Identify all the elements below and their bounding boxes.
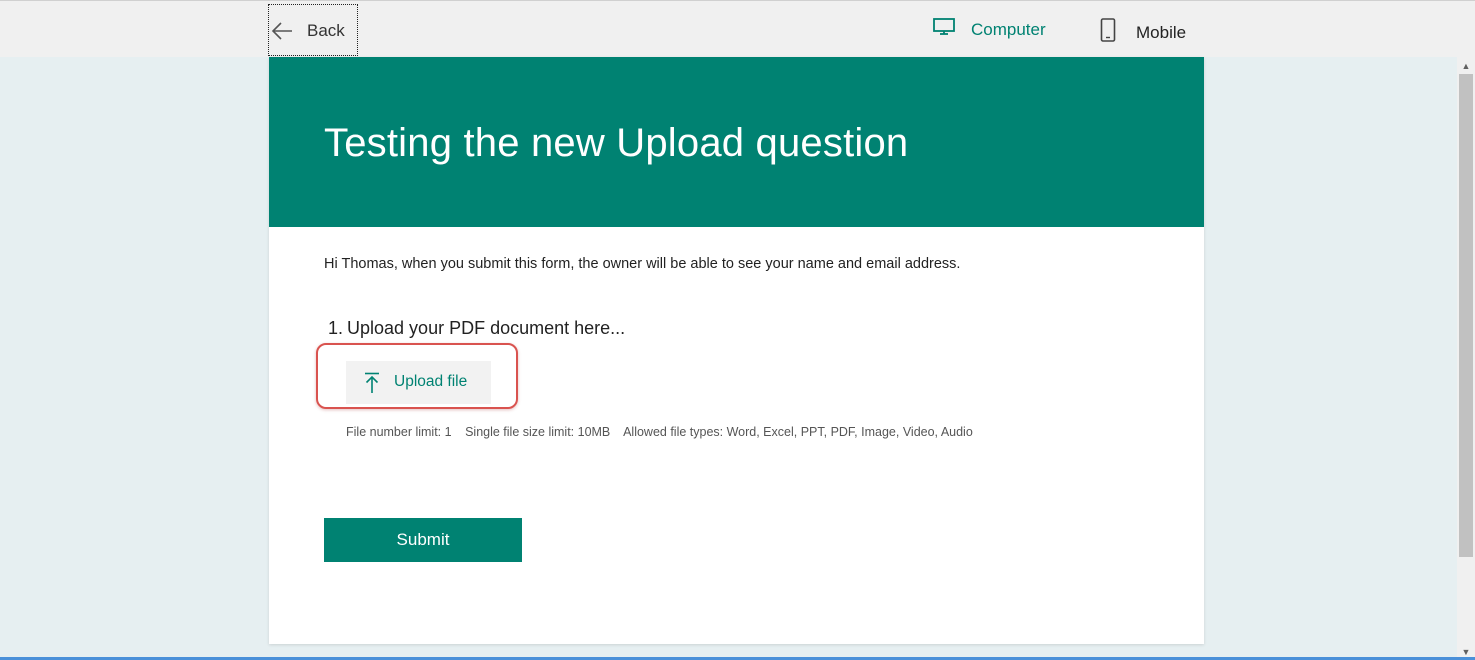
back-label: Back [307, 21, 345, 40]
file-size-limit: Single file size limit: 10MB [465, 425, 611, 439]
mobile-view-label: Mobile [1136, 22, 1187, 42]
scroll-up-icon[interactable]: ▲ [1457, 57, 1475, 74]
form-header-banner: Testing the new Upload question [269, 57, 1204, 227]
identity-notice: Hi Thomas, when you submit this form, th… [324, 256, 961, 272]
upload-file-label: Upload file [394, 373, 468, 390]
allowed-file-types: Allowed file types: Word, Excel, PPT, PD… [623, 425, 973, 439]
arrow-left-icon [271, 21, 293, 41]
file-number-limit: File number limit: 1 [346, 425, 452, 439]
submit-button[interactable]: Submit [324, 518, 522, 562]
question-title: 1. Upload your PDF document here... [328, 318, 625, 339]
vertical-scrollbar[interactable]: ▲ ▼ [1457, 57, 1475, 660]
preview-toolbar: Back Computer Mobile [0, 0, 1475, 57]
back-button[interactable]: Back [268, 4, 358, 56]
scrollbar-thumb[interactable] [1459, 74, 1473, 557]
upload-file-button[interactable]: Upload file [346, 361, 491, 404]
question-number: 1. [328, 318, 344, 338]
form-title: Testing the new Upload question [324, 121, 909, 165]
computer-view-button[interactable]: Computer [933, 18, 1046, 41]
phone-icon [1100, 18, 1116, 47]
question-text: Upload your PDF document here... [347, 318, 626, 338]
upload-limits: File number limit: 1 Single file size li… [346, 425, 983, 439]
mobile-view-button[interactable]: Mobile [1100, 18, 1186, 47]
upload-arrow-icon [364, 372, 380, 394]
monitor-icon [933, 18, 955, 41]
form-card: Testing the new Upload question Hi Thoma… [269, 57, 1204, 644]
computer-view-label: Computer [971, 19, 1046, 39]
